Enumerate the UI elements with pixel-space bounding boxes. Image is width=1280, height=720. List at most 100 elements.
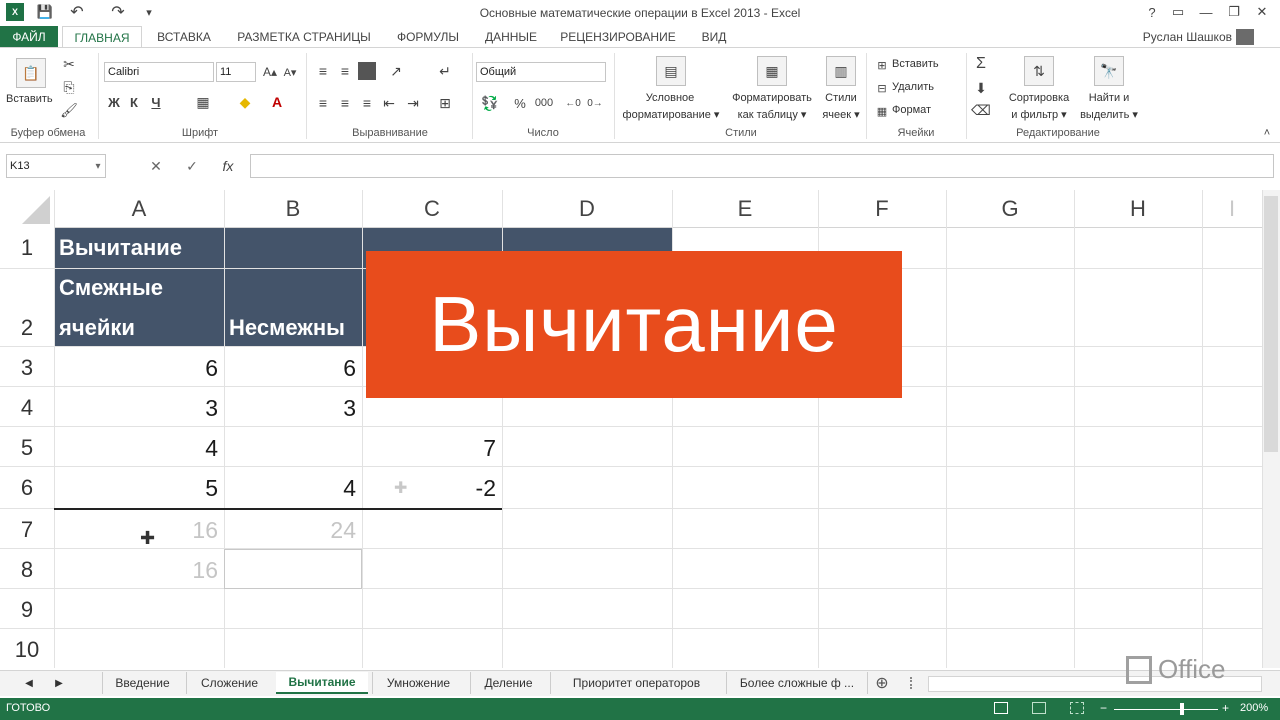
- font-size-select[interactable]: 11: [216, 62, 256, 82]
- sheet-tab-multiplication[interactable]: Умножение: [372, 672, 464, 694]
- row-header-2[interactable]: 2: [0, 308, 54, 348]
- currency-icon[interactable]: 💱: [478, 94, 502, 112]
- tab-insert[interactable]: ВСТАВКА: [150, 26, 218, 48]
- page-layout-view-icon[interactable]: [1032, 702, 1046, 714]
- paste-icon[interactable]: 📋: [16, 58, 46, 88]
- enter-formula-icon[interactable]: ✓: [182, 156, 202, 176]
- format-painter-icon[interactable]: 🖌: [60, 101, 78, 119]
- insert-cells-label[interactable]: Вставить: [892, 58, 939, 70]
- fill-icon[interactable]: ⬇: [972, 80, 990, 96]
- zoom-slider[interactable]: [1114, 709, 1218, 710]
- cell-styles-label-2[interactable]: ячеек ▾: [816, 108, 866, 121]
- row-header-6[interactable]: 6: [0, 468, 54, 508]
- vertical-scroll-thumb[interactable]: [1264, 196, 1278, 452]
- column-header-f[interactable]: F: [818, 190, 946, 228]
- tab-split-handle[interactable]: [910, 677, 918, 689]
- cell-b8[interactable]: [224, 549, 362, 589]
- cell-a6[interactable]: 5: [54, 468, 224, 508]
- page-break-view-icon[interactable]: [1070, 702, 1084, 714]
- column-header-i[interactable]: I: [1202, 190, 1262, 228]
- sheet-tab-subtraction[interactable]: Вычитание: [276, 672, 368, 694]
- format-as-table-label-1[interactable]: Форматировать: [724, 92, 820, 104]
- zoom-out-icon[interactable]: −: [1100, 701, 1107, 715]
- decrease-indent-icon[interactable]: ⇤: [380, 94, 398, 112]
- sheet-tab-more-complex[interactable]: Более сложные ф ...: [726, 672, 868, 694]
- thousands-separator-button[interactable]: 000: [532, 94, 556, 112]
- increase-indent-icon[interactable]: ⇥: [404, 94, 422, 112]
- row-header-4[interactable]: 4: [0, 388, 54, 428]
- column-header-b[interactable]: B: [224, 190, 362, 228]
- row-header-7[interactable]: 7: [0, 510, 54, 550]
- select-all-icon[interactable]: [22, 196, 50, 224]
- format-as-table-icon[interactable]: ▦: [757, 56, 787, 86]
- tab-view[interactable]: ВИД: [692, 26, 736, 48]
- clear-icon[interactable]: ⌫: [971, 102, 991, 118]
- delete-cells-label[interactable]: Удалить: [892, 81, 934, 93]
- borders-icon[interactable]: ▦: [194, 92, 212, 112]
- tab-formulas[interactable]: ФОРМУЛЫ: [388, 26, 468, 48]
- cut-icon[interactable]: ✂: [60, 55, 78, 73]
- column-header-a[interactable]: A: [54, 190, 224, 228]
- wrap-text-icon[interactable]: ↵: [436, 62, 454, 80]
- increase-font-icon[interactable]: A▴: [262, 62, 278, 82]
- cell-c6[interactable]: -2: [362, 468, 502, 508]
- format-as-table-label-2[interactable]: как таблицу ▾: [724, 108, 820, 121]
- format-cells-label[interactable]: Формат: [892, 104, 931, 116]
- cell-c5[interactable]: 7: [362, 428, 502, 468]
- decrease-font-icon[interactable]: A▾: [282, 62, 298, 82]
- row-header-8[interactable]: 8: [0, 550, 54, 590]
- sort-filter-label-2[interactable]: и фильтр ▾: [1004, 108, 1074, 121]
- paste-button-label[interactable]: Вставить: [6, 93, 53, 105]
- number-format-select[interactable]: Общий: [476, 62, 606, 82]
- merge-center-icon[interactable]: ⊞: [436, 94, 454, 112]
- cell-styles-label-1[interactable]: Стили: [818, 92, 864, 104]
- new-sheet-icon[interactable]: ⊕: [872, 672, 892, 694]
- column-header-d[interactable]: D: [502, 190, 672, 228]
- font-name-select[interactable]: Calibri: [104, 62, 214, 82]
- tab-data[interactable]: ДАННЫЕ: [478, 26, 544, 48]
- zoom-in-icon[interactable]: +: [1222, 701, 1229, 715]
- cell-a4[interactable]: 3: [54, 388, 224, 428]
- increase-decimal-icon[interactable]: ←0: [564, 94, 582, 112]
- column-header-c[interactable]: C: [362, 190, 502, 228]
- align-bottom-icon[interactable]: [358, 62, 376, 80]
- tab-home[interactable]: ГЛАВНАЯ: [62, 26, 142, 48]
- ribbon-display-icon[interactable]: ▭: [1166, 3, 1190, 21]
- delete-cells-icon[interactable]: ⊟: [874, 81, 890, 95]
- cell-a2-line-1[interactable]: Смежные: [54, 268, 224, 308]
- underline-button[interactable]: Ч: [148, 92, 164, 112]
- copy-icon[interactable]: ⎘: [60, 78, 78, 96]
- minimize-icon[interactable]: —: [1194, 3, 1218, 21]
- decrease-decimal-icon[interactable]: 0→: [586, 94, 604, 112]
- align-middle-icon[interactable]: ≡: [336, 62, 354, 80]
- cell-a7[interactable]: 16: [54, 510, 224, 550]
- cell-b4[interactable]: 3: [224, 388, 362, 428]
- insert-function-icon[interactable]: fx: [216, 156, 240, 176]
- font-color-icon[interactable]: A: [268, 92, 286, 112]
- conditional-formatting-icon[interactable]: ▤: [656, 56, 686, 86]
- format-cells-icon[interactable]: ▦: [874, 104, 890, 118]
- cell-b3[interactable]: 6: [224, 348, 362, 388]
- column-header-e[interactable]: E: [672, 190, 818, 228]
- user-name[interactable]: Руслан Шашков: [1143, 30, 1232, 44]
- align-right-icon[interactable]: ≡: [358, 94, 376, 112]
- cell-styles-icon[interactable]: ▥: [826, 56, 856, 86]
- sort-filter-label-1[interactable]: Сортировка: [1004, 92, 1074, 104]
- find-select-icon[interactable]: 🔭: [1094, 56, 1124, 86]
- bold-button[interactable]: Ж: [106, 92, 122, 112]
- conditional-formatting-label-1[interactable]: Условное: [620, 92, 720, 104]
- row-header-5[interactable]: 5: [0, 428, 54, 468]
- collapse-ribbon-icon[interactable]: ˄: [1260, 126, 1274, 140]
- cell-b2[interactable]: Несмежны: [224, 308, 366, 348]
- sheet-tab-intro[interactable]: Введение: [102, 672, 182, 694]
- cell-b6[interactable]: 4: [224, 468, 362, 508]
- conditional-formatting-label-2[interactable]: форматирование ▾: [618, 108, 724, 121]
- formula-input[interactable]: [250, 154, 1274, 178]
- column-header-g[interactable]: G: [946, 190, 1074, 228]
- sort-filter-icon[interactable]: ⇅: [1024, 56, 1054, 86]
- row-header-1[interactable]: 1: [0, 228, 54, 268]
- orientation-icon[interactable]: ↗: [384, 62, 408, 80]
- scroll-sheets-right-icon[interactable]: ▶: [52, 672, 66, 694]
- cell-a2-line-2[interactable]: ячейки: [54, 308, 224, 348]
- tab-page-layout[interactable]: РАЗМЕТКА СТРАНИЦЫ: [230, 26, 378, 48]
